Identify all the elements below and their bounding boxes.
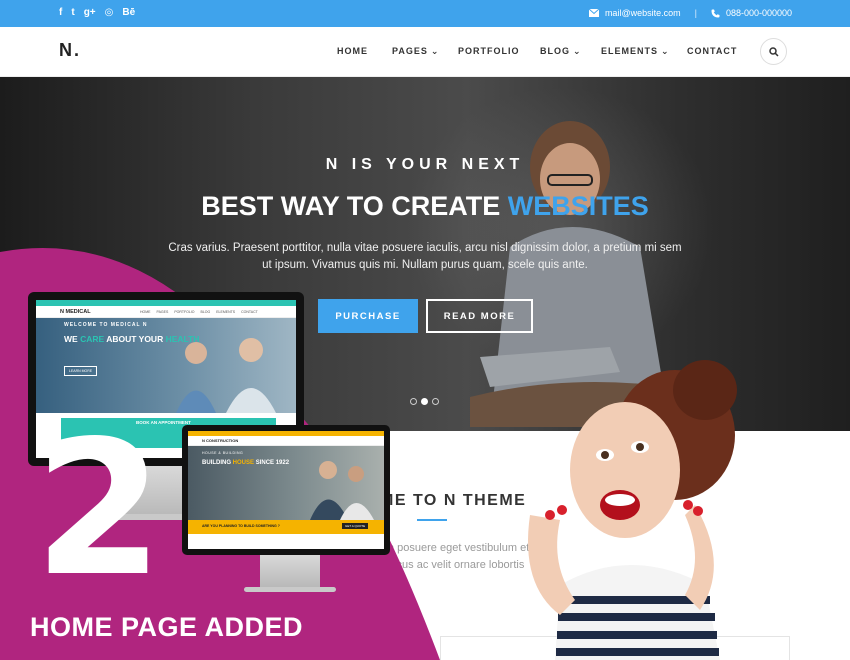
hero-kicker: N IS YOUR NEXT <box>325 156 525 173</box>
email-link[interactable]: mail@website.com <box>605 8 681 18</box>
slider-dot-3[interactable] <box>432 398 439 405</box>
nav-item-contact[interactable]: CONTACT <box>687 46 737 56</box>
construction-headline-part: SINCE 1922 <box>255 460 290 466</box>
slider-dots <box>410 398 439 405</box>
medical-headline: WE CARE ABOUT YOUR HEALTH <box>64 334 199 344</box>
phone-icon <box>711 9 720 17</box>
monitor-stand <box>260 555 320 589</box>
construction-hero <box>188 446 384 520</box>
medical-nav: N MEDICAL HOME PAGES PORTFOLIO BLOG ELEM… <box>36 306 296 318</box>
monitor-construction: N CONSTRUCTION HOUSE & BUILDING BUILDING… <box>182 425 390 555</box>
slider-dot-2[interactable] <box>421 398 428 405</box>
contact-info: mail@website.com | 088-000-000000 <box>588 8 792 18</box>
medical-menu-item: PORTFOLIO <box>174 310 195 314</box>
construction-nav: N CONSTRUCTION <box>188 436 384 446</box>
nav-item-label: CONTACT <box>687 46 738 56</box>
main-navbar: N. HOME PAGES ⌄ PORTFOLIO BLOG ⌄ ELEMENTS ⌄… <box>0 27 850 77</box>
social-links: f t g+ ◎ Bē <box>59 7 135 19</box>
nav-item-label: HOME <box>337 46 368 56</box>
nav-item-portfolio[interactable]: PORTFOLIO <box>458 46 520 56</box>
medical-logo: N MEDICAL <box>60 309 91 315</box>
nav-item-label: PORTFOLIO <box>458 46 520 56</box>
google-plus-icon[interactable]: g+ <box>84 7 96 19</box>
medical-menu-item: ELEMENTS <box>216 310 236 314</box>
construction-photo <box>310 461 374 520</box>
hero-title-main: BEST WAY TO CREATE <box>201 191 501 221</box>
chevron-down-icon: ⌄ <box>661 46 670 56</box>
construction-headline-part: BUILDING <box>202 460 231 466</box>
nav-item-blog[interactable]: BLOG ⌄ <box>540 46 582 57</box>
top-bar: f t g+ ◎ Bē mail@website.com | 088-000-0… <box>0 0 850 27</box>
hero-title-highlight: WEBSITES <box>507 191 649 221</box>
medical-headline-part: HEALTH <box>165 334 200 344</box>
construction-cta-text: ARE YOU PLANNING TO BUILD SOMETHING ? <box>202 524 280 528</box>
site-logo[interactable]: N. <box>59 40 81 61</box>
chevron-down-icon: ⌄ <box>573 46 582 56</box>
medical-button: LEARN MORE <box>64 366 98 376</box>
construction-headline: BUILDING HOUSE SINCE 1922 <box>202 460 289 466</box>
monitor-base <box>244 587 336 592</box>
behance-icon[interactable]: Bē <box>122 7 135 19</box>
construction-cta-button: GET A QUOTE <box>342 523 369 529</box>
hero-title: BEST WAY TO CREATE WEBSITES <box>0 191 850 222</box>
nav-item-label: ELEMENTS <box>601 46 659 56</box>
facebook-icon[interactable]: f <box>59 7 62 19</box>
medical-menu-item: BLOG <box>200 310 211 314</box>
phone-number[interactable]: 088-000-000000 <box>726 8 792 18</box>
construction-logo: N CONSTRUCTION <box>202 438 239 443</box>
medical-menu-item: PAGES <box>156 310 169 314</box>
medical-headline-part: WE <box>64 334 78 344</box>
dribbble-icon[interactable]: ◎ <box>105 7 114 19</box>
medical-menu-item: CONTACT <box>241 310 258 314</box>
construction-kicker: HOUSE & BUILDING <box>202 451 244 455</box>
medical-menu: HOME PAGES PORTFOLIO BLOG ELEMENTS CONTA… <box>140 310 258 314</box>
separator: | <box>694 8 697 18</box>
construction-screen: N CONSTRUCTION HOUSE & BUILDING BUILDING… <box>188 431 384 549</box>
nav-item-label: BLOG <box>540 46 570 56</box>
search-button[interactable] <box>760 38 787 65</box>
promo-number: 2 <box>34 400 164 617</box>
construction-headline-part: HOUSE <box>232 460 255 466</box>
promo-caption: HOME PAGE ADDED <box>30 612 304 642</box>
nav-item-pages[interactable]: PAGES ⌄ <box>392 46 439 57</box>
search-icon <box>768 46 779 57</box>
twitter-icon[interactable]: t <box>71 7 74 19</box>
envelope-icon <box>588 9 599 17</box>
read-more-button[interactable]: READ MORE <box>426 299 533 333</box>
medical-menu-item: HOME <box>140 310 151 314</box>
hero-description: Cras varius. Praesent porttitor, nulla v… <box>168 242 682 271</box>
slider-dot-1[interactable] <box>410 398 417 405</box>
excited-woman-photo <box>528 360 737 660</box>
welcome-title: ME TO N THEME <box>380 492 527 509</box>
medical-headline-part: CARE <box>80 334 105 344</box>
nav-item-home[interactable]: HOME <box>337 46 368 56</box>
nav-item-elements[interactable]: ELEMENTS ⌄ <box>601 46 670 57</box>
medical-headline-part: ABOUT YOUR <box>106 334 164 344</box>
chevron-down-icon: ⌄ <box>430 46 440 56</box>
medical-welcome: WELCOME TO MEDICAL N <box>64 322 148 328</box>
purchase-button[interactable]: PURCHASE <box>318 299 418 333</box>
nav-item-label: PAGES <box>392 46 428 56</box>
welcome-divider <box>417 519 447 521</box>
